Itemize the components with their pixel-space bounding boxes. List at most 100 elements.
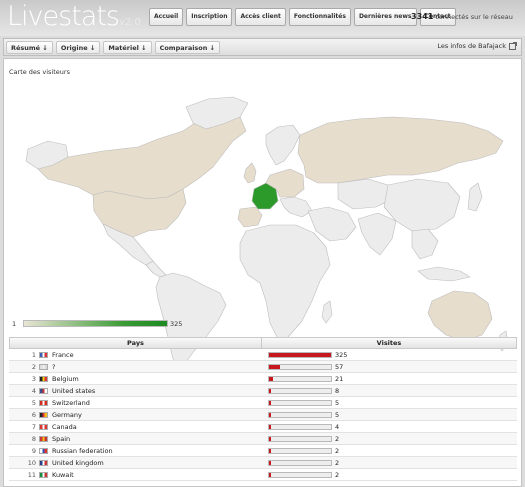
row-visits: 2 (335, 470, 340, 479)
row-country: ? (52, 362, 56, 371)
world-map[interactable] (8, 79, 519, 373)
row-country: Spain (52, 434, 71, 443)
row-rank: 2 (31, 362, 36, 371)
table-row[interactable]: 7 Canada 4 (9, 421, 517, 433)
row-country: United kingdom (52, 458, 104, 467)
visits-bar-fill (269, 400, 271, 405)
table-row[interactable]: 10 United kingdom 2 (9, 457, 517, 469)
visits-bar-fill (269, 364, 280, 369)
visits-bar-fill (269, 460, 271, 465)
logo[interactable]: Livestatsv2.0 (7, 1, 141, 32)
country-flag-icon (39, 423, 48, 430)
table-row[interactable]: 11 Kuwait 2 (9, 469, 517, 481)
row-visits: 5 (335, 398, 340, 407)
table-row[interactable]: 3 Belgium 21 (9, 373, 517, 385)
map-scandinavia (265, 124, 301, 166)
visits-bar-fill (269, 436, 271, 441)
col-header-country[interactable]: Pays (10, 338, 262, 348)
nav-accueil-button[interactable]: Accueil (149, 8, 184, 26)
country-flag-icon (39, 399, 48, 406)
table-row[interactable]: 1 France 325 (9, 349, 517, 361)
bafajack-link-label: Les infos de Bafajack (437, 42, 506, 50)
row-rank: 4 (31, 386, 36, 395)
tab-materiel[interactable]: Matériel ↓ (103, 41, 152, 54)
tab-bar: Résumé ↓ Origine ↓ Matériel ↓ Comparaiso… (3, 38, 522, 56)
tab-resume[interactable]: Résumé ↓ (6, 41, 53, 54)
row-country: Belgium (52, 374, 79, 383)
map-central-america (145, 260, 167, 278)
row-visits: 57 (335, 362, 344, 371)
row-rank: 6 (31, 410, 36, 419)
legend-min: 1 (12, 320, 17, 328)
row-visits: 2 (335, 434, 340, 443)
col-header-visits[interactable]: Visites (262, 338, 516, 348)
version-label: v2.0 (119, 17, 141, 28)
row-visits: 325 (335, 350, 348, 359)
nav-fonctionnalites-button[interactable]: Fonctionnalités (288, 8, 351, 26)
map-africa (239, 224, 331, 340)
row-visits: 2 (335, 458, 340, 467)
visits-bar (268, 387, 332, 394)
map-central-asia (337, 178, 393, 210)
map-title: Carte des visiteurs (9, 68, 70, 76)
country-flag-icon (39, 351, 48, 358)
country-flag-icon (39, 363, 48, 370)
map-india (357, 212, 397, 256)
visits-bar-fill (269, 424, 271, 429)
legend-gradient (23, 320, 168, 327)
map-australia (427, 290, 493, 342)
nav-acces-client-button[interactable]: Accès client (235, 8, 286, 26)
country-flag-icon (39, 387, 48, 394)
row-country: Kuwait (52, 470, 74, 479)
table-row[interactable]: 9 Russian federation 2 (9, 445, 517, 457)
row-rank: 9 (31, 446, 36, 455)
nav-dernieres-news-button[interactable]: Dernières news (353, 8, 417, 26)
tab-origine[interactable]: Origine ↓ (55, 41, 101, 54)
visitors-table: Pays Visites 1 France 325 2? 57 3 Belgium 21 4 Un… (9, 337, 517, 481)
row-visits: 4 (335, 422, 340, 431)
content-panel: Carte des visiteurs 1 325 Pays Visites 1… (3, 58, 522, 487)
bafajack-link[interactable]: Les infos de Bafajack (437, 41, 517, 50)
online-text: connectés sur le réseau (435, 13, 513, 21)
visits-bar (268, 375, 332, 382)
row-rank: 1 (31, 350, 36, 359)
country-flag-icon (39, 435, 48, 442)
row-country: Russian federation (52, 446, 113, 455)
visits-bar (268, 363, 332, 370)
table-row[interactable]: 8 Spain 2 (9, 433, 517, 445)
table-row[interactable]: 6 Germany 5 (9, 409, 517, 421)
visits-bar (268, 423, 332, 430)
tab-comparaison[interactable]: Comparaison ↓ (154, 41, 221, 54)
visits-bar (268, 447, 332, 454)
row-country: France (52, 350, 74, 359)
row-rank: 7 (31, 422, 36, 431)
map-uk (243, 162, 257, 184)
visits-bar (268, 459, 332, 466)
map-madagascar (321, 300, 333, 324)
country-flag-icon (39, 471, 48, 478)
logo-text: Livestats (7, 1, 120, 32)
legend-max: 325 (170, 320, 183, 328)
visits-bar-fill (269, 388, 271, 393)
country-flag-icon (39, 447, 48, 454)
row-country: United states (52, 386, 96, 395)
table-row[interactable]: 4 United states 8 (9, 385, 517, 397)
map-indonesia (417, 266, 471, 282)
row-visits: 5 (335, 410, 340, 419)
visits-bar-fill (269, 376, 273, 381)
row-rank: 5 (31, 398, 36, 407)
visits-bar-fill (269, 412, 271, 417)
row-rank: 10 (27, 458, 36, 467)
table-row[interactable]: 5 Switzerland 5 (9, 397, 517, 409)
row-visits: 2 (335, 446, 340, 455)
row-visits: 8 (335, 386, 340, 395)
country-flag-icon (39, 459, 48, 466)
nav-inscription-button[interactable]: Inscription (186, 8, 233, 26)
map-japan (467, 182, 483, 212)
country-flag-icon (39, 411, 48, 418)
table-row[interactable]: 2? 57 (9, 361, 517, 373)
row-visits: 21 (335, 374, 344, 383)
row-rank: 11 (27, 470, 36, 479)
row-country: Canada (52, 422, 77, 431)
map-southeast-asia (411, 228, 439, 260)
